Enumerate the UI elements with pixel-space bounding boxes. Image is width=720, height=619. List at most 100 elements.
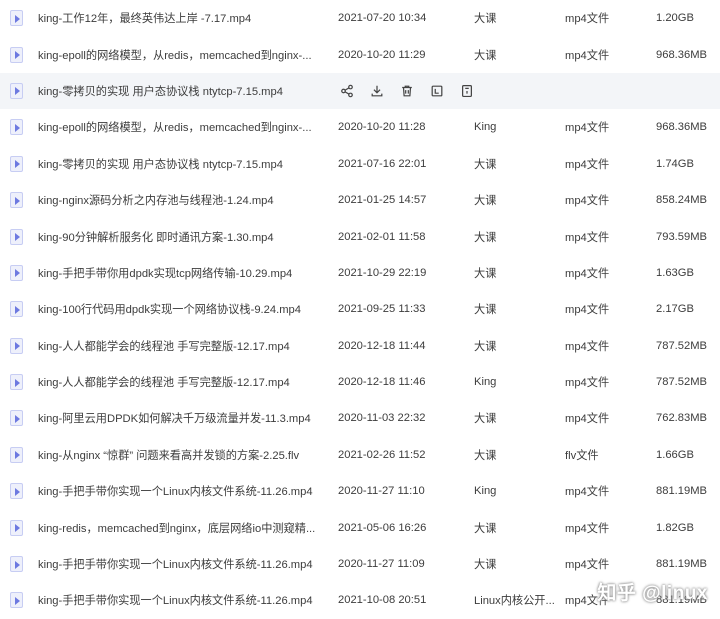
file-date: 2020-12-18 11:44	[338, 339, 426, 352]
file-date: 2021-02-01 11:58	[338, 230, 426, 243]
video-file-icon	[10, 556, 23, 573]
video-file-icon	[10, 301, 23, 318]
file-date: 2021-05-06 16:26	[338, 521, 427, 534]
file-row[interactable]: king-零拷贝的实现 用户态协议栈 ntytcp-7.15.mp4	[0, 72, 720, 110]
file-name[interactable]: king-nginx源码分析之内存池与线程池-1.24.mp4	[38, 192, 328, 208]
info-icon[interactable]	[458, 82, 475, 99]
file-row[interactable]: king-人人都能学会的线程池 手写完整版-12.17.mp4 2020-12-1…	[0, 328, 720, 364]
file-owner: 大课	[474, 158, 497, 171]
video-file-icon	[10, 446, 23, 463]
file-size: 1.63GB	[656, 266, 694, 279]
file-owner: 大课	[474, 559, 497, 572]
file-date: 2021-09-25 11:33	[338, 303, 426, 316]
file-name[interactable]: king-零拷贝的实现 用户态协议栈 ntytcp-7.15.mp4	[38, 83, 328, 99]
file-name[interactable]: king-零拷贝的实现 用户态协议栈 ntytcp-7.15.mp4	[38, 156, 328, 172]
file-type: mp4文件	[565, 122, 610, 135]
file-type: mp4文件	[565, 304, 610, 317]
file-name[interactable]: king-阿里云用DPDK如何解决千万级流量并发-11.3.mp4	[38, 410, 328, 426]
file-name[interactable]: king-100行代码用dpdk实现一个网络协议栈-9.24.mp4	[38, 301, 328, 317]
video-file-icon	[10, 119, 23, 136]
file-name[interactable]: king-手把手带你实现一个Linux内核文件系统-11.26.mp4	[38, 556, 328, 572]
file-date: 2021-07-20 10:34	[338, 12, 427, 25]
file-row[interactable]: king-nginx源码分析之内存池与线程池-1.24.mp4 2021-01-2…	[0, 182, 720, 218]
file-row[interactable]: king-手把手带你实现一个Linux内核文件系统-11.26.mp4 2020-…	[0, 546, 720, 582]
file-name[interactable]: king-redis，memcached到nginx，底层网络io中测窥精...	[38, 520, 328, 536]
file-name[interactable]: king-工作12年，最终英伟达上岸 -7.17.mp4	[38, 10, 328, 26]
download-icon[interactable]	[368, 82, 385, 99]
file-name[interactable]: king-epoll的网络模型，从redis，memcached到nginx-.…	[38, 47, 328, 63]
file-owner: 大课	[474, 13, 497, 26]
file-date: 2021-02-26 11:52	[338, 448, 426, 461]
video-file-icon	[10, 10, 23, 27]
video-file-icon	[10, 46, 23, 63]
file-date: 2020-11-27 11:09	[338, 558, 425, 571]
file-row[interactable]: king-epoll的网络模型，从redis，memcached到nginx-.…	[0, 109, 720, 145]
file-type: mp4文件	[565, 231, 610, 244]
file-name[interactable]: king-手把手带你实现一个Linux内核文件系统-11.26.mp4	[38, 592, 328, 608]
file-type: mp4文件	[565, 158, 610, 171]
file-row[interactable]: king-redis，memcached到nginx，底层网络io中测窥精...…	[0, 509, 720, 545]
file-size: 787.52MB	[656, 339, 707, 352]
file-row[interactable]: king-90分钟解析服务化 即时通讯方案-1.30.mp4 2021-02-01…	[0, 218, 720, 254]
file-size: 762.83MB	[656, 412, 707, 425]
file-type: mp4文件	[565, 267, 610, 280]
file-date: 2020-11-27 11:10	[338, 485, 425, 498]
video-file-icon	[10, 592, 23, 609]
file-owner: 大课	[474, 522, 497, 535]
file-row[interactable]: king-零拷贝的实现 用户态协议栈 ntytcp-7.15.mp4 2021-0…	[0, 146, 720, 182]
file-size: 1.20GB	[656, 12, 694, 25]
file-size: 787.52MB	[656, 376, 707, 389]
file-date: 2020-10-20 11:29	[338, 48, 426, 61]
file-name[interactable]: king-手把手带你用dpdk实现tcp网络传输-10.29.mp4	[38, 265, 328, 281]
file-type: mp4文件	[565, 413, 610, 426]
video-file-icon	[10, 192, 23, 209]
file-name[interactable]: king-epoll的网络模型，从redis，memcached到nginx-.…	[38, 119, 328, 135]
file-owner: 大课	[474, 267, 497, 280]
file-row[interactable]: king-人人都能学会的线程池 手写完整版-12.17.mp4 2020-12-1…	[0, 364, 720, 400]
file-row[interactable]: king-工作12年，最终英伟达上岸 -7.17.mp4 2021-07-20 1…	[0, 0, 720, 36]
file-type: flv文件	[565, 449, 599, 462]
file-name[interactable]: king-90分钟解析服务化 即时通讯方案-1.30.mp4	[38, 229, 328, 245]
file-date: 2021-01-25 14:57	[338, 194, 427, 207]
file-size: 793.59MB	[656, 230, 707, 243]
file-size: 968.36MB	[656, 121, 707, 134]
file-name[interactable]: king-人人都能学会的线程池 手写完整版-12.17.mp4	[38, 374, 328, 390]
file-date: 2020-10-20 11:28	[338, 121, 426, 134]
file-type: mp4文件	[565, 377, 610, 390]
file-type: mp4文件	[565, 486, 610, 499]
file-owner: 大课	[474, 413, 497, 426]
file-name[interactable]: king-手把手带你实现一个Linux内核文件系统-11.26.mp4	[38, 483, 328, 499]
file-owner: King	[474, 121, 497, 134]
file-date: 2021-10-29 22:19	[338, 266, 427, 279]
file-owner: 大课	[474, 231, 497, 244]
video-file-icon	[10, 228, 23, 245]
file-owner: 大课	[474, 304, 497, 317]
file-date: 2021-07-16 22:01	[338, 157, 427, 170]
file-row[interactable]: king-epoll的网络模型，从redis，memcached到nginx-.…	[0, 36, 720, 72]
file-row[interactable]: king-手把手带你实现一个Linux内核文件系统-11.26.mp4 2020-…	[0, 473, 720, 509]
file-type: mp4文件	[565, 522, 610, 535]
file-type: mp4文件	[565, 340, 610, 353]
share-icon[interactable]	[338, 82, 355, 99]
file-owner: King	[474, 485, 497, 498]
video-file-icon	[10, 155, 23, 172]
open-icon[interactable]	[428, 82, 445, 99]
file-row[interactable]: king-从nginx “惊群” 问题来看高并发锁的方案-2.25.flv 202…	[0, 437, 720, 473]
file-size: 2.17GB	[656, 303, 694, 316]
video-file-icon	[10, 337, 23, 354]
watermark: 知乎 @linux	[597, 583, 708, 604]
file-name[interactable]: king-人人都能学会的线程池 手写完整版-12.17.mp4	[38, 338, 328, 354]
file-type: mp4文件	[565, 13, 610, 26]
file-owner: 大课	[474, 49, 497, 62]
file-name[interactable]: king-从nginx “惊群” 问题来看高并发锁的方案-2.25.flv	[38, 447, 328, 463]
file-size: 881.19MB	[656, 485, 707, 498]
file-date: 2020-11-03 22:32	[338, 412, 426, 425]
file-date: 2021-10-08 20:51	[338, 594, 427, 607]
video-file-icon	[10, 374, 23, 391]
file-owner: King	[474, 376, 497, 389]
file-row[interactable]: king-手把手带你用dpdk实现tcp网络传输-10.29.mp4 2021-1…	[0, 255, 720, 291]
file-row[interactable]: king-100行代码用dpdk实现一个网络协议栈-9.24.mp4 2021-0…	[0, 291, 720, 327]
file-row[interactable]: king-阿里云用DPDK如何解决千万级流量并发-11.3.mp4 2020-11…	[0, 400, 720, 436]
delete-icon[interactable]	[398, 82, 415, 99]
file-type: mp4文件	[565, 559, 610, 572]
